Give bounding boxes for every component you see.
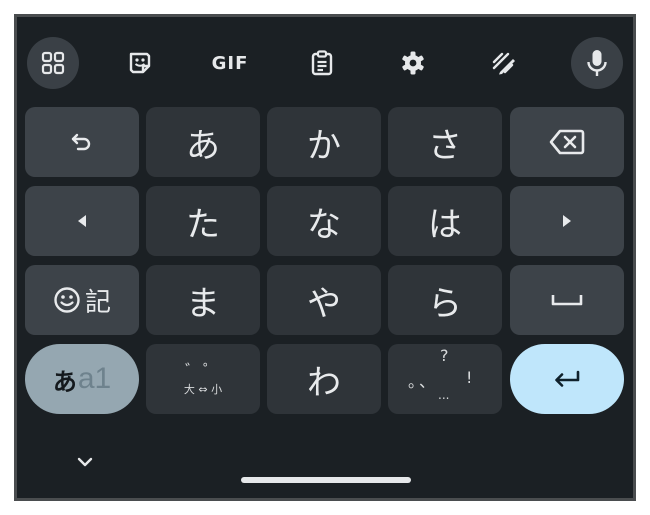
handwriting-button[interactable] <box>478 37 530 89</box>
microphone-icon <box>587 50 607 76</box>
cursor-left-key[interactable] <box>25 186 139 256</box>
input-mode-kana-label: あ <box>52 367 77 396</box>
sticker-button[interactable] <box>114 37 166 89</box>
kana-key-wa[interactable]: わ <box>267 344 381 414</box>
gif-label: GIF <box>211 52 249 74</box>
cursor-right-key[interactable] <box>510 186 624 256</box>
gear-icon <box>402 51 424 75</box>
keyboard-toolbar: GIF <box>17 17 633 103</box>
size-toggle-label: 大 ⇔ 小 <box>183 383 223 396</box>
gif-button[interactable]: GIF <box>204 37 256 89</box>
emoji-symbol-key[interactable]: 記 <box>25 265 139 335</box>
clipboard-button[interactable] <box>296 37 348 89</box>
punctuation-key-content: ? 。、 ! ... <box>388 344 502 414</box>
handwriting-icon <box>492 52 515 75</box>
navigation-handle[interactable] <box>241 477 411 483</box>
dakuten-key-content: ゛゜ 大 ⇔ 小 <box>184 361 222 397</box>
clipboard-icon <box>311 50 333 76</box>
apps-grid-icon <box>41 51 65 75</box>
enter-arrow-icon <box>555 370 580 387</box>
kana-key-ka[interactable]: か <box>267 107 381 177</box>
kana-key-ta[interactable]: た <box>146 186 260 256</box>
triangle-left-icon <box>78 215 86 227</box>
voice-input-button[interactable] <box>571 37 623 89</box>
input-mode-latin-label: a1 <box>77 362 112 395</box>
kana-key-sa[interactable]: さ <box>388 107 502 177</box>
punct-ellipsis-label: ... <box>438 388 450 402</box>
hide-keyboard-button[interactable] <box>65 447 105 477</box>
kana-key-ya[interactable]: や <box>267 265 381 335</box>
triangle-right-icon <box>563 215 571 227</box>
kana-key-ra[interactable]: ら <box>388 265 502 335</box>
punct-question-label: ? <box>440 346 449 365</box>
kana-key-ma[interactable]: ま <box>146 265 260 335</box>
smiley-icon <box>54 287 80 313</box>
punctuation-key[interactable]: ? 。、 ! ... <box>388 344 502 414</box>
settings-button[interactable] <box>387 37 439 89</box>
backspace-icon <box>549 129 585 155</box>
dakuten-label: ゛゜ <box>184 361 221 380</box>
kana-key-na[interactable]: な <box>267 186 381 256</box>
emoji-key-label: 記 <box>84 287 111 318</box>
chevron-down-icon <box>77 457 93 467</box>
space-key[interactable] <box>510 265 624 335</box>
kana-key-ha[interactable]: は <box>388 186 502 256</box>
sticker-icon <box>129 52 151 74</box>
apps-grid-button[interactable] <box>27 37 79 89</box>
input-mode-key[interactable]: あ a1 <box>25 344 139 414</box>
space-icon <box>551 295 583 306</box>
undo-icon <box>71 133 91 151</box>
punct-period-comma-label: 。、 <box>408 372 439 391</box>
dakuten-small-key[interactable]: ゛゜ 大 ⇔ 小 <box>146 344 260 414</box>
keyboard-frame: GIF あ か さ た な は 記 ま や ら あ a1 ゛゜ 大 ⇔ 小 わ … <box>14 14 636 501</box>
backspace-key[interactable] <box>510 107 624 177</box>
punct-exclamation-label: ! <box>466 368 473 387</box>
enter-key[interactable] <box>510 344 624 414</box>
kana-key-a[interactable]: あ <box>146 107 260 177</box>
undo-key[interactable] <box>25 107 139 177</box>
